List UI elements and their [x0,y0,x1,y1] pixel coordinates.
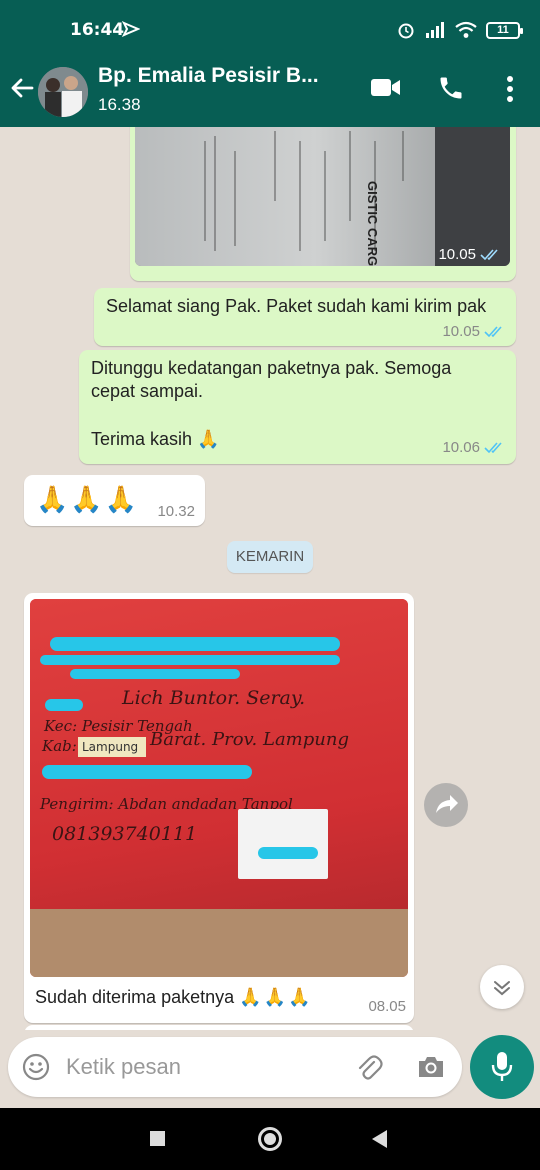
handwritten-phone: 081393740111 [52,823,198,845]
redaction-scribble [258,847,318,859]
handwritten-address: Barat. Prov. Lampung [150,729,349,750]
redaction-scribble [70,669,240,679]
video-camera-icon[interactable] [370,76,402,100]
red-parcel-photo[interactable]: Lich Buntor. Seray. Kec: Pesisir Tengah … [30,599,408,977]
message-incoming-partial[interactable] [24,1025,414,1030]
home-button[interactable] [258,1127,282,1151]
signal-icon [426,22,444,38]
yellow-label: Lampung [78,737,146,757]
avatar[interactable] [38,67,88,117]
redaction-scribble [50,637,340,651]
camera-icon[interactable] [416,1054,446,1080]
forward-button[interactable] [424,783,468,827]
label-text: Lampung [82,740,139,754]
back-button[interactable] [372,1130,387,1148]
message-image-document[interactable]: GISTIC CARGO 10.05 [130,127,516,281]
read-ticks-icon [484,441,502,453]
message-text: Terima kasih [91,429,193,449]
redaction-scribble [45,699,83,711]
message-meta: 10.05 [438,246,502,263]
message-time: 10.06 [442,439,480,456]
date-separator: KEMARIN [227,541,313,573]
recents-button[interactable] [150,1131,165,1146]
message-outgoing[interactable]: Selamat siang Pak. Paket sudah kami kiri… [94,288,516,346]
cast-icon [122,21,140,37]
message-time: 08.05 [368,998,406,1015]
more-vertical-icon[interactable] [500,74,520,104]
read-ticks-icon [484,325,502,337]
share-icon [436,795,458,813]
message-meta: 10.05 [442,323,506,340]
status-bar: 16:44 11 [0,0,540,50]
chevron-down-double-icon [494,981,510,996]
redaction-scribble [42,765,252,779]
last-seen: 16.38 [98,95,141,114]
message-outgoing[interactable]: Ditunggu kedatangan paketnya pak. Semoga… [79,350,516,464]
document-text-lines [204,131,404,251]
praying-hands-emoji: 🙏🙏🙏 [36,484,140,514]
message-time: 10.32 [157,503,195,520]
battery-indicator: 11 [486,21,523,39]
wifi-icon [455,21,477,38]
document-paper: GISTIC CARGO [135,127,435,266]
praying-hands-emoji: 🙏 [197,429,220,449]
message-meta: 10.06 [442,439,506,456]
arrow-left-icon[interactable] [8,74,36,102]
parcel-floor [30,899,408,977]
shipping-sticker [238,809,328,879]
voice-record-button[interactable] [470,1035,534,1099]
status-icons: 11 [396,20,523,40]
read-ticks-icon [480,248,498,260]
handwritten-address: Kab: [42,737,77,755]
redaction-scribble [40,655,340,665]
image-caption: Sudah diterima paketnya 🙏🙏🙏 [35,987,312,1008]
praying-hands-emoji: 🙏🙏🙏 [239,987,313,1007]
chat-area[interactable]: GISTIC CARGO 10.05 Selamat siang Pak. Pa… [0,127,540,1030]
message-text: Selamat siang Pak. Paket sudah kami kiri… [106,296,487,316]
scroll-down-button[interactable] [480,965,524,1009]
smiley-icon[interactable] [22,1053,50,1081]
status-time: 16:44 [70,20,125,40]
message-text-line: Ditunggu kedatangan paketnya pak. Semoga [91,358,452,378]
contact-photo [38,67,88,117]
caption-text: Sudah diterima paketnya [35,987,235,1007]
message-text-line: Terima kasih 🙏 [91,428,219,451]
alarm-icon [398,23,414,39]
message-input[interactable] [66,1052,336,1082]
message-time: 10.05 [438,246,476,263]
microphone-icon [491,1052,513,1081]
message-incoming[interactable]: 🙏🙏🙏 10.32 [24,475,205,526]
message-composer [8,1037,462,1097]
chat-header: Bp. Emalia Pesisir B... 16.38 [0,50,540,127]
message-incoming-image[interactable]: Lich Buntor. Seray. Kec: Pesisir Tengah … [24,593,414,1023]
paperclip-icon[interactable] [354,1053,384,1083]
phone-icon[interactable] [437,74,465,102]
message-text-line: cepat sampai. [91,381,204,401]
document-heading: GISTIC CARGO [365,181,380,266]
handwritten-address: Lich Buntor. Seray. [122,687,306,709]
contact-name[interactable]: Bp. Emalia Pesisir B... [98,64,319,88]
message-time: 10.05 [442,323,480,340]
system-nav-bar [0,1108,540,1170]
